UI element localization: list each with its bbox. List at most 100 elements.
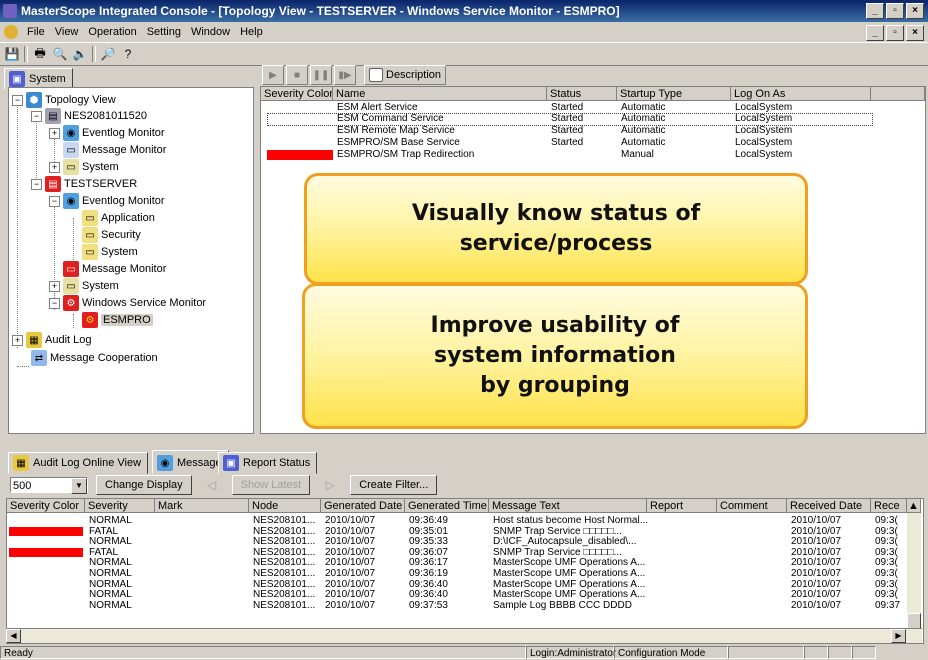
tree-node-security[interactable]: ▭ Security [82,227,141,243]
column-header-generated-time[interactable]: Generated Time [405,499,489,513]
tree-node-system[interactable]: + ▭ System [49,159,119,175]
tree-node-audit-log[interactable]: + ▦ Audit Log [12,332,91,348]
tree-node-system-2[interactable]: + ▭ System [49,278,119,294]
menu-file[interactable]: File [22,26,50,38]
tree-node-nes[interactable]: − ▤ NES2081011520 [31,108,147,124]
column-header-severity[interactable]: Severity [85,499,155,513]
horizontal-scrollbar[interactable]: ◀ ▶ [6,628,922,643]
child-close-button[interactable]: × [906,25,924,41]
app-icon [3,4,17,18]
collapse-icon[interactable]: − [49,195,60,207]
column-header-startup-type[interactable]: Startup Type [617,87,731,101]
expand-icon[interactable]: + [49,127,60,139]
message-cell-rtime: 09:37 [875,599,901,611]
system-folder-icon: ▭ [63,278,79,294]
message-cell-rdate: 2010/10/07 [791,599,842,611]
expand-icon[interactable]: + [12,334,23,346]
tree-node-topology-view[interactable]: − ⬢ Topology View [12,92,116,108]
tree-node-eventlog-monitor[interactable]: + ◉ Eventlog Monitor [49,125,165,141]
document-icon [4,25,18,39]
column-header-mark[interactable]: Mark [155,499,249,513]
menu-setting[interactable]: Setting [142,26,186,38]
expand-icon[interactable]: + [49,161,60,173]
login-status: Login:Administrator [526,646,616,659]
tree-node-message-cooperation[interactable]: ⇄ Message Cooperation [31,350,158,366]
menu-operation[interactable]: Operation [83,26,141,38]
vertical-scrollbar[interactable] [907,513,921,629]
menu-bar: File View Operation Setting Window Help … [0,22,928,42]
stop-icon[interactable]: ■ [286,65,308,85]
scroll-left-icon[interactable]: ◀ [6,629,21,643]
description-button[interactable]: Description [364,65,447,85]
column-header-status[interactable]: Status [547,87,617,101]
status-panel-empty [804,646,828,659]
message-toolbar: 500 ▼ Change Display ◁ Show Latest ▷ Cre… [6,472,926,498]
eventlog-icon: ◉ [63,125,79,141]
save-icon[interactable]: 💾 [4,46,20,62]
menu-view[interactable]: View [50,26,84,38]
column-header-name[interactable]: Name [333,87,547,101]
callout-grouping: Improve usability of system information … [302,283,808,429]
print-icon[interactable]: 🖶 [32,46,48,62]
collapse-icon[interactable]: − [49,297,60,309]
maximize-button[interactable]: ▫ [886,3,904,19]
column-header-generated-date[interactable]: Generated Date [321,499,405,513]
menu-help[interactable]: Help [235,26,268,38]
resume-icon[interactable]: ▮▶ [334,65,356,85]
search-icon[interactable]: 🔎 [100,46,116,62]
tab-audit-log-online-view[interactable]: ▦ Audit Log Online View [8,452,149,474]
column-header-severity-color[interactable]: Severity Color [261,87,333,101]
collapse-icon[interactable]: − [31,110,42,122]
tree-node-message-monitor-2[interactable]: ▭ Message Monitor [63,261,166,277]
tree-node-message-monitor[interactable]: ▭ Message Monitor [63,142,166,158]
expand-icon[interactable]: + [49,280,60,292]
tab-report-status[interactable]: ▣ Report Status [218,452,318,474]
status-text: Ready [0,646,526,659]
sound-icon[interactable]: 🔈 [72,46,88,62]
column-header-received-date[interactable]: Received Date [787,499,871,513]
forward-arrow-icon[interactable]: ▷ [318,477,342,493]
column-header-severity-color[interactable]: Severity Color [7,499,85,513]
topology-tree[interactable]: − ⬢ Topology View − ▤ NES2081011520 + ◉ … [8,87,254,434]
back-arrow-icon[interactable]: ◁ [200,477,224,493]
tab-system-label: System [29,73,66,85]
child-minimize-button[interactable]: _ [866,25,884,41]
column-header-comment[interactable]: Comment [717,499,787,513]
message-list[interactable]: Severity Color Severity Mark Node Genera… [6,498,924,644]
start-icon[interactable]: ▶ [262,65,284,85]
minimize-button[interactable]: _ [866,3,884,19]
tree-node-testserver[interactable]: − ▤ TESTSERVER [31,176,137,192]
tree-node-esmpro[interactable]: ⚙ ESMPRO [82,312,153,328]
column-header-log-on-as[interactable]: Log On As [731,87,871,101]
column-header-received-time[interactable]: Rece [871,499,907,513]
collapse-icon[interactable]: − [31,178,42,190]
column-header-node[interactable]: Node [249,499,321,513]
pause-icon[interactable]: ❚❚ [310,65,332,85]
child-restore-button[interactable]: ▫ [886,25,904,41]
create-filter-button[interactable]: Create Filter... [350,475,438,495]
find-icon[interactable]: 🔍 [52,46,68,62]
tree-node-windows-service-monitor[interactable]: − ⚙ Windows Service Monitor [49,295,206,311]
show-latest-button[interactable]: Show Latest [231,475,311,495]
tree-node-system-log[interactable]: ▭ System [82,244,138,260]
main-toolbar: 💾 🖶 🔍 🔈 🔎 ? [0,42,928,66]
scroll-right-icon[interactable]: ▶ [891,629,906,643]
scroll-thumb[interactable] [907,613,921,629]
chevron-down-icon[interactable]: ▼ [71,478,87,494]
column-header-message-text[interactable]: Message Text [489,499,647,513]
count-select[interactable]: 500 ▼ [10,477,88,494]
system-icon: ▣ [9,71,25,87]
collapse-icon[interactable]: − [12,94,23,106]
toolbar-separator [92,46,96,62]
column-header-blank [871,87,925,101]
log-icon: ▭ [82,244,98,260]
column-header-report[interactable]: Report [647,499,717,513]
change-display-button[interactable]: Change Display [96,475,192,495]
help-icon[interactable]: ? [120,46,136,62]
scroll-up-icon[interactable]: ▲ [907,499,921,513]
menu-window[interactable]: Window [186,26,235,38]
message-cell-text: Sample Log BBBB CCC DDDD [493,599,632,611]
close-button[interactable]: × [906,3,924,19]
tree-node-eventlog-monitor-2[interactable]: − ◉ Eventlog Monitor [49,193,165,209]
tree-node-application[interactable]: ▭ Application [82,210,155,226]
